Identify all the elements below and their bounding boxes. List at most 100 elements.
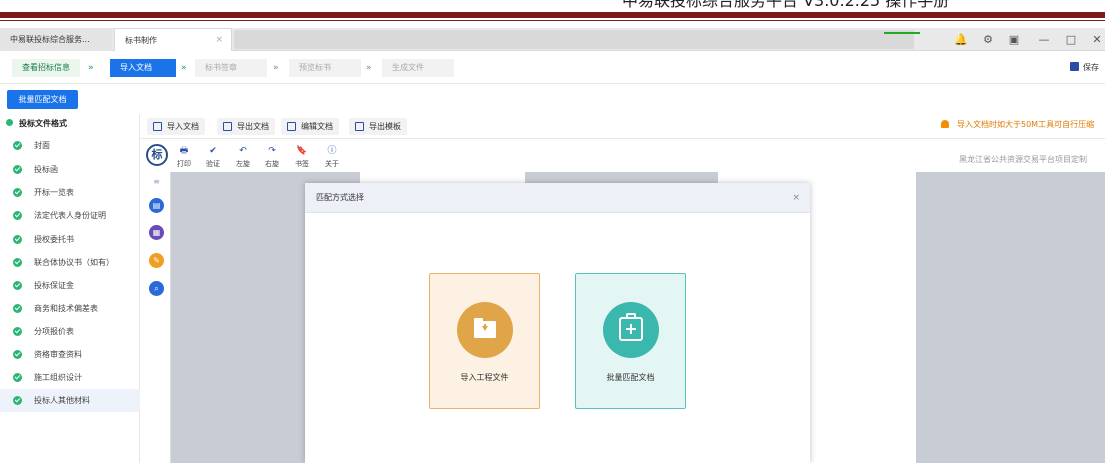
sidebar-header[interactable]: 投标文件格式 bbox=[6, 118, 67, 129]
save-icon bbox=[1070, 62, 1079, 71]
check-icon bbox=[13, 141, 22, 150]
header-rule-thick bbox=[0, 12, 1105, 18]
monitor-icon[interactable]: ▣ bbox=[1003, 28, 1025, 51]
tool-label: 验证 bbox=[206, 160, 220, 168]
step-arrow-icon: » bbox=[366, 63, 372, 73]
tool-label: 右旋 bbox=[265, 160, 279, 168]
sidebar-item-bid-bond[interactable]: 投标保证金 bbox=[0, 274, 140, 297]
bell-icon[interactable]: 🔔 bbox=[950, 28, 972, 51]
check-icon bbox=[13, 350, 22, 359]
check-icon bbox=[13, 235, 22, 244]
step-bid-signature[interactable]: 标书签章 bbox=[195, 59, 267, 77]
sidebar-item-other-materials[interactable]: 投标人其他材料 bbox=[0, 389, 140, 412]
save-button[interactable]: 保存 bbox=[1070, 59, 1099, 77]
import-document-button[interactable]: 导入文档 bbox=[147, 118, 205, 135]
close-icon[interactable]: × bbox=[792, 183, 800, 213]
rotate-right-icon: ↷ bbox=[268, 146, 276, 156]
sidebar-item-qualification[interactable]: 资格审查资料 bbox=[0, 343, 140, 366]
search-icon[interactable]: ⌕ bbox=[149, 281, 164, 296]
export-template-button[interactable]: 导出模板 bbox=[349, 118, 407, 135]
import-icon bbox=[153, 122, 162, 131]
export-document-button[interactable]: 导出文档 bbox=[217, 118, 275, 135]
check-icon bbox=[13, 373, 22, 382]
edit-icon bbox=[287, 122, 296, 131]
sidebar-header-label: 投标文件格式 bbox=[19, 119, 67, 128]
button-label: 导出文档 bbox=[237, 122, 269, 131]
rotate-right-button[interactable]: ↷ 右旋 bbox=[261, 146, 283, 169]
sidebar-item-label: 施工组织设计 bbox=[34, 373, 82, 382]
tool-label: 书签 bbox=[295, 160, 309, 168]
info-icon: ⓘ bbox=[327, 146, 337, 156]
annotate-icon[interactable]: ✎ bbox=[149, 253, 164, 268]
tool-label: 左旋 bbox=[236, 160, 250, 168]
sidebar-item-construction-design[interactable]: 施工组织设计 bbox=[0, 366, 140, 389]
document-icon[interactable]: ▤ bbox=[149, 198, 164, 213]
step-generate-file[interactable]: 生成文件 bbox=[382, 59, 454, 77]
batch-match-option[interactable]: 批量匹配文档 bbox=[575, 273, 686, 409]
minimize-icon[interactable]: — bbox=[1033, 28, 1055, 51]
dialog-header: 匹配方式选择 × bbox=[305, 183, 810, 213]
check-icon bbox=[13, 327, 22, 336]
step-view-tender-info[interactable]: 查看招标信息 bbox=[12, 59, 80, 77]
option-label: 批量匹配文档 bbox=[606, 373, 655, 382]
close-window-icon[interactable]: ✕ bbox=[1086, 28, 1105, 51]
sidebar-item-label: 开标一览表 bbox=[34, 188, 74, 197]
viewer-side-strip: ≡ ▤ ▦ ✎ ⌕ bbox=[141, 172, 171, 463]
sidebar-item-legal-rep-id[interactable]: 法定代表人身份证明 bbox=[0, 204, 140, 227]
manual-title: 中易联投标综合服务平台 V3.0.2.25 操作手册 bbox=[618, 0, 954, 10]
verify-button[interactable]: ✔ 验证 bbox=[202, 146, 224, 169]
sidebar-item-bid-letter[interactable]: 投标函 bbox=[0, 158, 140, 181]
button-label: 导入文档 bbox=[167, 122, 199, 131]
button-label: 导出模板 bbox=[369, 122, 401, 131]
tab-bid-making[interactable]: 标书制作 × bbox=[114, 28, 232, 51]
import-project-file-option[interactable]: 导入工程文件 bbox=[429, 273, 540, 409]
empty-tab-area bbox=[234, 30, 914, 49]
step-arrow-icon: » bbox=[181, 63, 187, 73]
shield-check-icon: ✔ bbox=[209, 146, 217, 156]
check-icon bbox=[13, 281, 22, 290]
edit-document-button[interactable]: 编辑文档 bbox=[281, 118, 339, 135]
print-button[interactable]: 🖶 打印 bbox=[173, 146, 195, 169]
rotate-left-button[interactable]: ↶ 左旋 bbox=[232, 146, 254, 169]
step-preview-bid[interactable]: 预览标书 bbox=[289, 59, 361, 77]
notice-text: 导入文档时如大于50M工具可自行压缩 bbox=[957, 120, 1095, 129]
sidebar-item-label: 授权委托书 bbox=[34, 235, 74, 244]
bookmark-icon: 🔖 bbox=[296, 146, 308, 156]
check-icon bbox=[13, 188, 22, 197]
tool-label: 关于 bbox=[325, 160, 339, 168]
step-import-documents[interactable]: 导入文档 bbox=[110, 59, 176, 77]
sidebar-item-label: 投标函 bbox=[34, 165, 58, 174]
sidebar-item-opening-list[interactable]: 开标一览表 bbox=[0, 181, 140, 204]
sidebar: 投标文件格式 封面 投标函 开标一览表 法定代表人身份证明 授权委托书 联合体协… bbox=[0, 114, 140, 463]
button-label: 编辑文档 bbox=[301, 122, 333, 131]
sidebar-item-power-of-attorney[interactable]: 授权委托书 bbox=[0, 228, 140, 251]
tab-bar: 中易联投标综合服务... 标书制作 × 🔔 ⚙ ▣ — □ ✕ bbox=[0, 28, 1105, 51]
document-toolbar: 导入文档 导出文档 编辑文档 导出模板 导入文档时如大于50M工具可自行压缩 bbox=[141, 114, 1105, 139]
gear-icon[interactable]: ⚙ bbox=[977, 28, 999, 51]
sidebar-item-deviation-table[interactable]: 商务和技术偏差表 bbox=[0, 297, 140, 320]
header-rule-thin bbox=[0, 20, 1105, 21]
export-icon bbox=[223, 122, 232, 131]
about-button[interactable]: ⓘ 关于 bbox=[321, 146, 343, 169]
close-icon[interactable]: × bbox=[215, 29, 223, 52]
sidebar-item-label: 封面 bbox=[34, 141, 50, 150]
tab-service-platform[interactable]: 中易联投标综合服务... bbox=[0, 28, 112, 51]
sidebar-item-consortium-agreement[interactable]: 联合体协议书（如有） bbox=[0, 251, 140, 274]
step-bar: 查看招标信息 » 导入文档 » 标书签章 » 预览标书 » 生成文件 保存 bbox=[0, 51, 1105, 84]
print-icon: 🖶 bbox=[179, 146, 189, 156]
dialog-title: 匹配方式选择 bbox=[316, 193, 364, 202]
restore-icon[interactable]: □ bbox=[1060, 28, 1082, 51]
viewer-toolbar: 标 🖶 打印 ✔ 验证 ↶ 左旋 ↷ 右旋 🔖 书签 ⓘ 关于 黑龙江省公共资源交易平台项目… bbox=[141, 140, 1105, 172]
step-arrow-icon: » bbox=[273, 63, 279, 73]
app-logo: 标 bbox=[146, 144, 168, 166]
check-icon bbox=[13, 396, 22, 405]
menu-icon[interactable]: ≡ bbox=[149, 174, 164, 189]
bookmark-button[interactable]: 🔖 书签 bbox=[291, 146, 313, 169]
option-label: 导入工程文件 bbox=[460, 373, 509, 382]
save-label: 保存 bbox=[1083, 63, 1099, 72]
batch-match-button[interactable]: 批量匹配文档 bbox=[7, 90, 78, 109]
sidebar-item-cover[interactable]: 封面 bbox=[0, 134, 140, 157]
collapse-icon bbox=[6, 119, 13, 126]
thumbnails-icon[interactable]: ▦ bbox=[149, 225, 164, 240]
sidebar-item-itemized-quote[interactable]: 分项报价表 bbox=[0, 320, 140, 343]
